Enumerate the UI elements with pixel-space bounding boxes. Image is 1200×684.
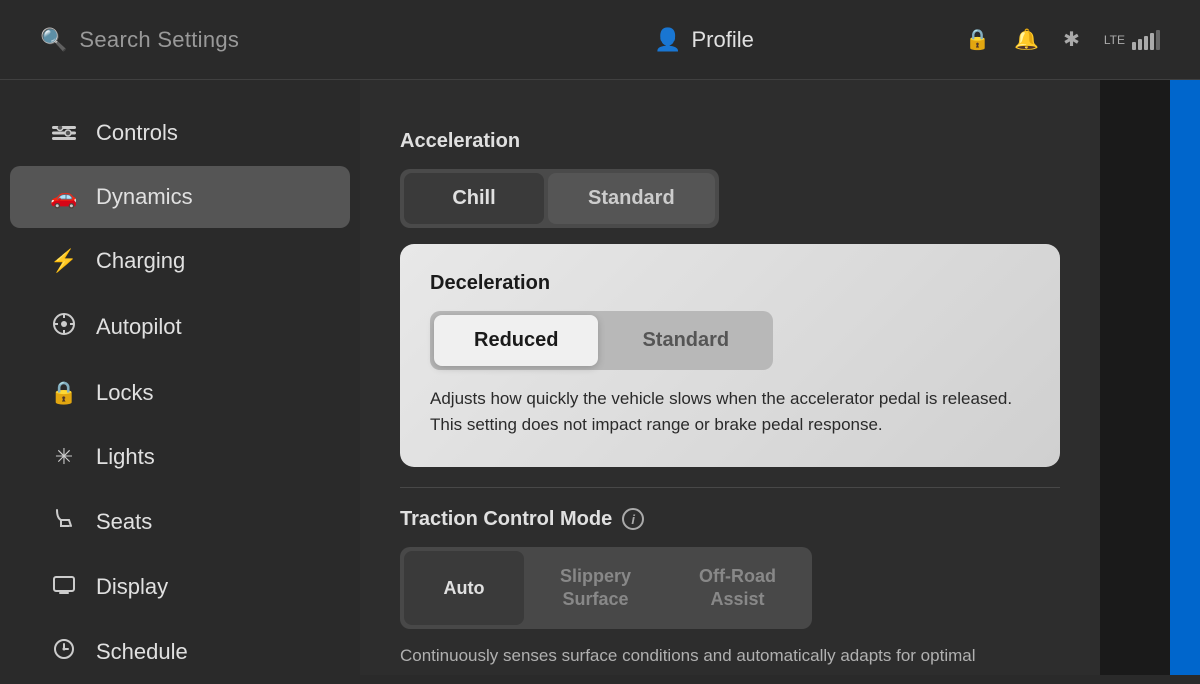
display-icon [50,574,78,600]
sidebar-item-dynamics[interactable]: 🚗 Dynamics [10,166,350,228]
sidebar-item-display[interactable]: Display [10,556,350,618]
search-icon: 🔍 [40,27,67,53]
sidebar-item-charging-label: Charging [96,248,185,274]
bluetooth-icon[interactable]: ✱ [1063,27,1080,52]
traction-description: Continuously senses surface conditions a… [400,643,1060,675]
traction-toggle-group: Auto Slippery Surface Off-Road Assist [400,547,812,630]
deceleration-standard-button[interactable]: Standard [602,315,769,366]
top-bar-icons: 🔒 🔔 ✱ LTE [965,27,1160,52]
signal-bar-1 [1132,42,1136,50]
sidebar-item-locks[interactable]: 🔒 Locks [10,362,350,424]
traction-info-icon[interactable]: i [622,508,644,530]
sidebar-item-locks-label: Locks [96,380,153,406]
sidebar-item-lights-label: Lights [96,444,155,470]
sidebar-item-schedule-label: Schedule [96,639,188,665]
lock-icon[interactable]: 🔒 [965,27,990,52]
dynamics-icon: 🚗 [50,184,78,210]
sidebar-item-controls[interactable]: Controls [10,102,350,164]
deceleration-description: Adjusts how quickly the vehicle slows wh… [430,386,1030,439]
traction-slippery-button[interactable]: Slippery Surface [528,551,663,626]
lte-label: LTE [1104,33,1125,47]
deceleration-title: Deceleration [430,272,1030,295]
divider [400,487,1060,488]
bell-icon[interactable]: 🔔 [1014,27,1039,52]
sidebar-item-autopilot[interactable]: Autopilot [10,294,350,360]
acceleration-toggle-group: Chill Standard [400,169,719,228]
deceleration-toggle-group: Reduced Standard [430,311,773,370]
traction-title: Traction Control Mode i [400,508,1060,531]
sidebar-item-controls-label: Controls [96,120,178,146]
acceleration-title: Acceleration [400,130,1060,153]
controls-icon [50,120,78,146]
lights-icon: ✳ [50,444,78,470]
locks-icon: 🔒 [50,380,78,406]
signal-bar-2 [1138,39,1142,50]
top-bar-center: 👤 Profile [483,27,926,53]
seats-icon [50,508,78,536]
profile-icon: 👤 [654,27,681,53]
sidebar-item-dynamics-label: Dynamics [96,184,193,210]
signal-bar-4 [1150,33,1154,50]
sidebar-item-display-label: Display [96,574,168,600]
top-bar: 🔍 Search Settings 👤 Profile 🔒 🔔 ✱ LTE [0,0,1200,80]
sidebar-item-seats-label: Seats [96,509,152,535]
sidebar: Controls 🚗 Dynamics ⚡ Charging Autopil [0,80,360,675]
autopilot-icon [50,312,78,342]
traction-offroad-button[interactable]: Off-Road Assist [667,551,808,626]
traction-title-label: Traction Control Mode [400,508,612,531]
sidebar-item-charging[interactable]: ⚡ Charging [10,230,350,292]
schedule-icon [50,638,78,666]
blue-strip [1170,80,1200,675]
deceleration-card: Deceleration Reduced Standard Adjusts ho… [400,244,1060,467]
search-label: Search Settings [79,27,239,53]
traction-auto-button[interactable]: Auto [404,551,524,626]
sidebar-item-seats[interactable]: Seats [10,490,350,554]
right-edge [1100,80,1200,675]
acceleration-standard-button[interactable]: Standard [548,173,715,224]
acceleration-section: Acceleration Chill Standard [400,110,1060,228]
traction-section: Traction Control Mode i Auto Slippery Su… [400,508,1060,675]
deceleration-reduced-button[interactable]: Reduced [434,315,598,366]
charging-icon: ⚡ [50,248,78,274]
acceleration-chill-button[interactable]: Chill [404,173,544,224]
signal-bar-5 [1156,30,1160,50]
content-area: Acceleration Chill Standard Deceleration… [360,80,1100,675]
main-layout: Controls 🚗 Dynamics ⚡ Charging Autopil [0,80,1200,675]
profile-label: Profile [692,27,754,53]
signal-bar-3 [1144,36,1148,50]
signal-area: LTE [1104,30,1160,50]
sidebar-item-autopilot-label: Autopilot [96,314,182,340]
search-area[interactable]: 🔍 Search Settings [40,27,483,53]
sidebar-item-lights[interactable]: ✳ Lights [10,426,350,488]
sidebar-item-schedule[interactable]: Schedule [10,620,350,684]
profile-button[interactable]: 👤 Profile [654,27,754,53]
signal-bars [1132,30,1160,50]
